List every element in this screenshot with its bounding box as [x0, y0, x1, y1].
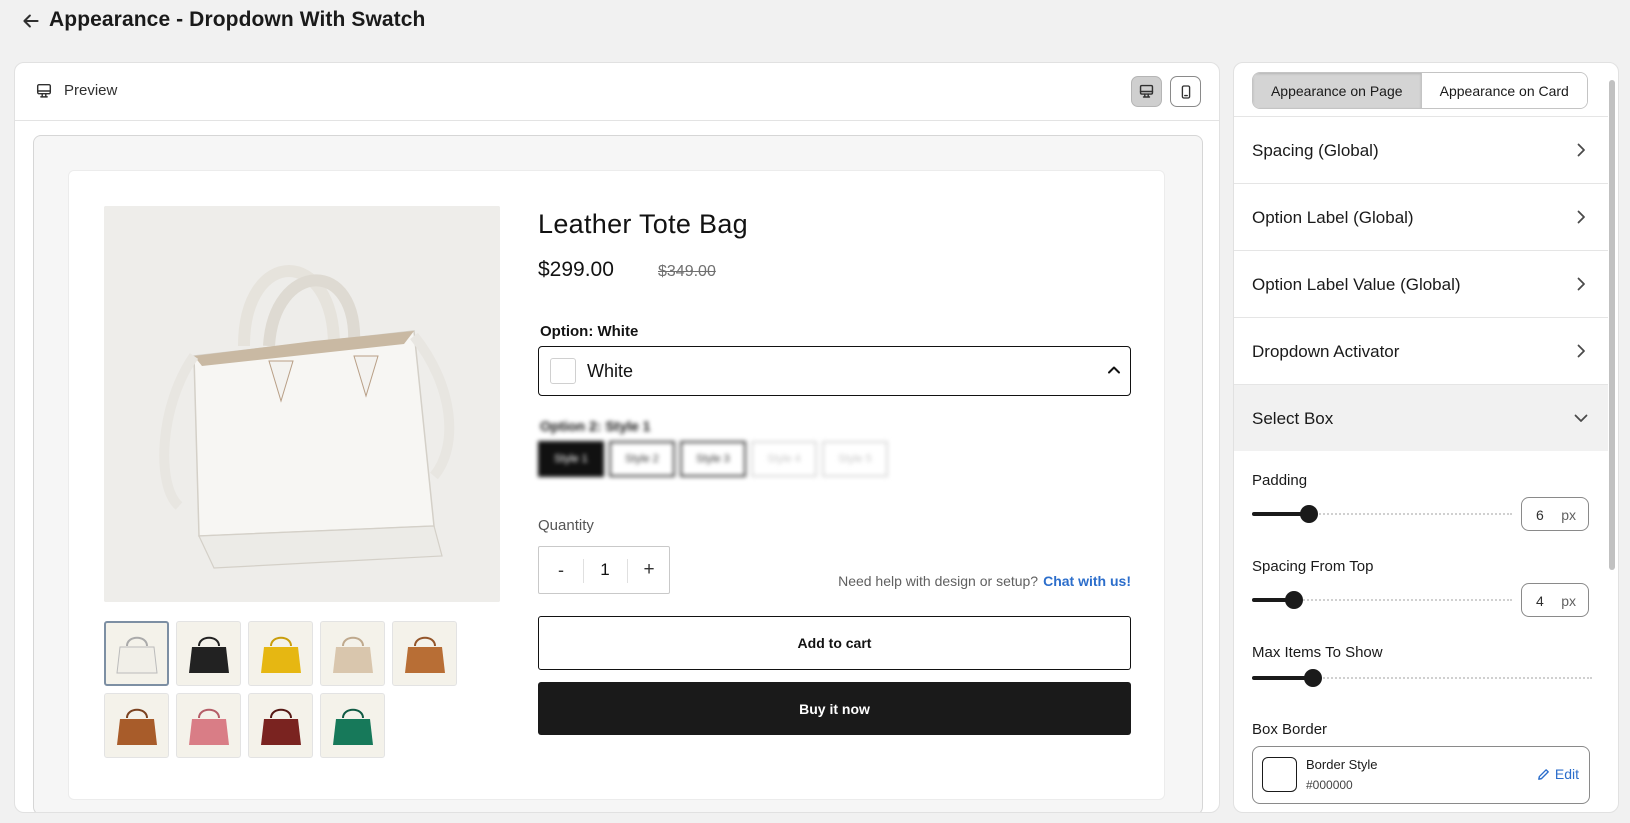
quantity-plus-button[interactable]: +	[627, 547, 671, 593]
chevron-right-icon	[1577, 210, 1585, 224]
mobile-view-button[interactable]	[1170, 76, 1201, 107]
preview-header: Preview	[15, 63, 1219, 121]
section-title: Dropdown Activator	[1252, 342, 1400, 361]
padding-slider[interactable]	[1252, 504, 1512, 524]
padding-unit: px	[1561, 507, 1576, 523]
pencil-icon	[1537, 768, 1549, 780]
section-spacing-global[interactable]: Spacing (Global)	[1234, 116, 1608, 183]
color-swatch	[550, 358, 576, 384]
product-main-image[interactable]	[104, 206, 500, 602]
padding-label: Padding	[1252, 472, 1308, 489]
product-price: $299.00	[538, 258, 614, 281]
settings-scrollbar[interactable]	[1609, 80, 1615, 570]
box-border-label: Box Border	[1252, 721, 1328, 738]
thumbnail-1[interactable]	[104, 621, 169, 686]
style-option-1[interactable]: Style 1	[538, 441, 604, 477]
section-option-label-global[interactable]: Option Label (Global)	[1234, 183, 1608, 250]
thumbnail-3[interactable]	[248, 621, 313, 686]
desktop-icon	[36, 83, 52, 98]
option2-label: Option 2: Style 1	[540, 418, 651, 434]
thumbnail-6[interactable]	[104, 693, 169, 758]
product-title: Leather Tote Bag	[538, 209, 748, 239]
preview-label: Preview	[64, 82, 118, 99]
arrow-left-icon[interactable]	[20, 10, 42, 32]
quantity-input[interactable]: 1	[583, 547, 627, 593]
tab-appearance-on-page[interactable]: Appearance on Page	[1253, 73, 1422, 108]
chevron-down-icon	[1574, 414, 1588, 422]
max-items-slider[interactable]	[1252, 668, 1592, 688]
max-items-label: Max Items To Show	[1252, 644, 1383, 661]
edit-label: Edit	[1554, 766, 1579, 782]
quantity-minus-button[interactable]: -	[539, 547, 583, 593]
spacing-top-slider[interactable]	[1252, 590, 1512, 610]
chevron-right-icon	[1577, 277, 1585, 291]
chevron-right-icon	[1577, 143, 1585, 157]
buy-now-button[interactable]: Buy it now	[538, 682, 1131, 735]
border-style-title: Border Style	[1306, 757, 1378, 772]
style-option-3[interactable]: Style 3	[680, 441, 746, 477]
quantity-label: Quantity	[538, 517, 594, 534]
slider-knob[interactable]	[1284, 591, 1303, 609]
option-dropdown[interactable]: White	[538, 346, 1131, 396]
preview-panel: Preview Leather Tote Bag $299.00 $349.00…	[14, 62, 1220, 813]
appearance-tabs: Appearance on Page Appearance on Card	[1252, 72, 1588, 109]
padding-input[interactable]: 6 px	[1521, 497, 1589, 531]
section-select-box[interactable]: Select Box	[1234, 384, 1608, 451]
thumbnail-7[interactable]	[176, 693, 241, 758]
add-to-cart-button[interactable]: Add to cart	[538, 616, 1131, 670]
section-title: Spacing (Global)	[1252, 141, 1379, 160]
section-title: Select Box	[1252, 409, 1334, 428]
spacing-top-value: 4	[1536, 593, 1544, 609]
thumbnail-9[interactable]	[320, 693, 385, 758]
style-option-2[interactable]: Style 2	[609, 441, 675, 477]
section-option-label-value-global[interactable]: Option Label Value (Global)	[1234, 250, 1608, 317]
style-option-5[interactable]: Style 5	[822, 441, 888, 477]
tab-appearance-on-card[interactable]: Appearance on Card	[1421, 73, 1587, 108]
thumbnail-2[interactable]	[176, 621, 241, 686]
compare-price: $349.00	[658, 263, 716, 280]
top-bar: Appearance - Dropdown With Swatch	[0, 0, 1630, 44]
section-title: Option Label Value (Global)	[1252, 275, 1461, 294]
option-label: Option: White	[540, 323, 639, 340]
spacing-top-input[interactable]: 4 px	[1521, 583, 1589, 617]
preview-canvas: Leather Tote Bag $299.00 $349.00 Option:…	[33, 135, 1203, 812]
help-text: Need help with design or setup? Chat with…	[669, 573, 1131, 589]
page-title: Appearance - Dropdown With Swatch	[49, 8, 426, 31]
dropdown-value: White	[587, 361, 634, 381]
edit-border-button[interactable]: Edit	[1536, 766, 1579, 782]
desktop-icon	[1139, 84, 1154, 98]
product-card: Leather Tote Bag $299.00 $349.00 Option:…	[68, 170, 1165, 800]
thumbnail-4[interactable]	[320, 621, 385, 686]
quantity-stepper: - 1 +	[538, 546, 670, 594]
thumbnail-8[interactable]	[248, 693, 313, 758]
chevron-right-icon	[1577, 344, 1585, 358]
tote-bag-image	[104, 206, 500, 602]
section-dropdown-activator[interactable]: Dropdown Activator	[1234, 317, 1608, 384]
desktop-view-button[interactable]	[1131, 76, 1162, 107]
help-message: Need help with design or setup?	[838, 573, 1039, 589]
padding-value: 6	[1536, 507, 1544, 523]
spacing-top-label: Spacing From Top	[1252, 558, 1374, 575]
border-color-value: #000000	[1306, 778, 1353, 792]
chat-link[interactable]: Chat with us!	[1043, 573, 1131, 589]
chevron-up-icon	[1108, 366, 1120, 374]
mobile-icon	[1181, 84, 1190, 99]
spacing-top-unit: px	[1561, 593, 1576, 609]
settings-panel: Appearance on Page Appearance on Card Sp…	[1233, 62, 1619, 813]
border-style-control: Border Style #000000 Edit	[1252, 746, 1590, 804]
slider-knob[interactable]	[1300, 505, 1319, 523]
section-title: Option Label (Global)	[1252, 208, 1414, 227]
border-color-swatch[interactable]	[1262, 757, 1297, 792]
thumbnail-5[interactable]	[392, 621, 457, 686]
style-option-4[interactable]: Style 4	[751, 441, 817, 477]
slider-knob[interactable]	[1304, 669, 1323, 687]
